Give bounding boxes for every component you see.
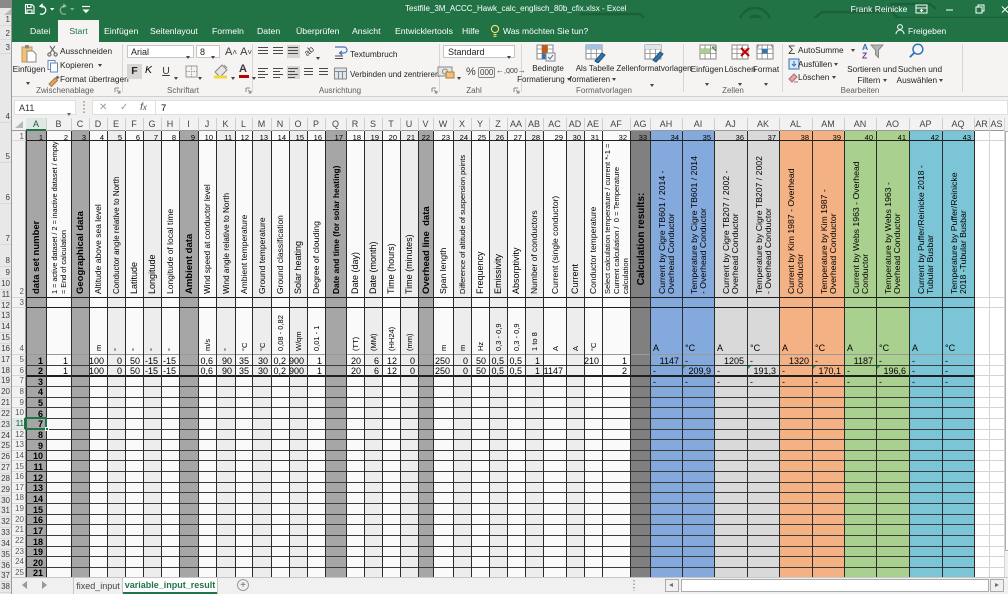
svg-text:Z: Z	[862, 51, 867, 60]
